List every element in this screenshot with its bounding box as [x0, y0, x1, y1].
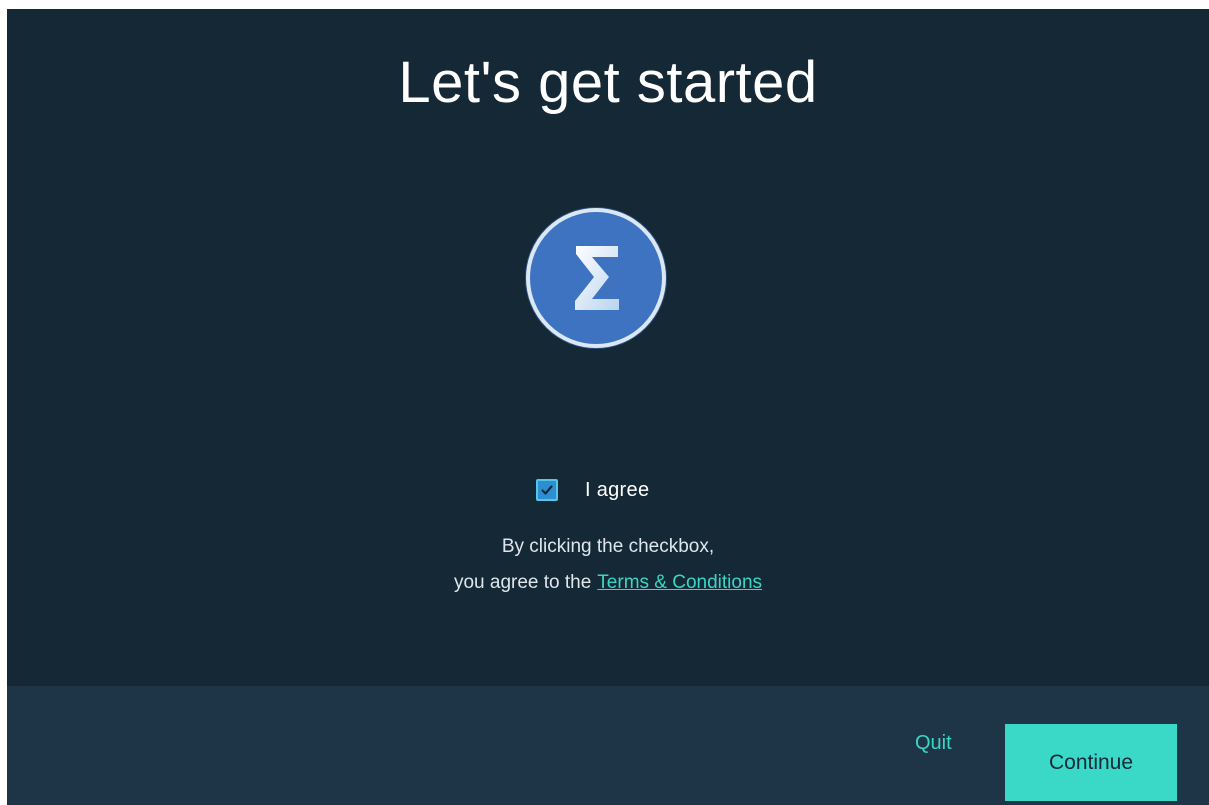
- agree-row[interactable]: I agree: [536, 475, 649, 505]
- agreement-description-text: you agree to the: [453, 572, 592, 593]
- setup-window: Let's get started I agree By clicking th…: [7, 9, 1209, 805]
- checkmark-icon: [541, 485, 553, 495]
- sigma-icon: [575, 246, 619, 310]
- agreement-description-line1: By clicking the checkbox,: [501, 536, 715, 557]
- agreement-description-line2: you agree to the Terms & Conditions: [7, 571, 1209, 595]
- continue-button[interactable]: Continue: [1005, 724, 1177, 801]
- agree-checkbox[interactable]: [536, 479, 558, 501]
- terms-link[interactable]: Terms & Conditions: [597, 572, 762, 593]
- page-title: Let's get started: [398, 50, 818, 115]
- quit-button[interactable]: Quit: [915, 728, 952, 758]
- footer-bar: Quit Continue: [7, 686, 1209, 805]
- app-logo: [526, 208, 666, 348]
- agree-label[interactable]: I agree: [585, 475, 649, 505]
